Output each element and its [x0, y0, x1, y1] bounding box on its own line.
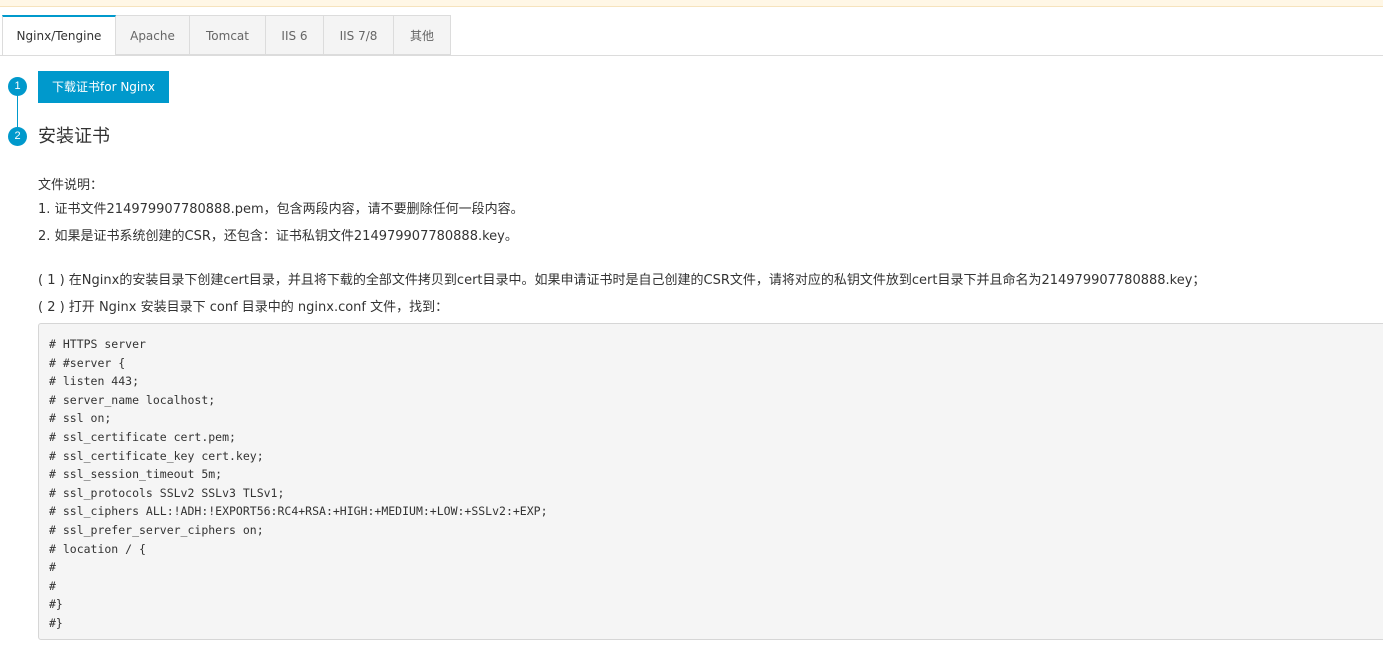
code-line: #} [49, 615, 63, 630]
step-1-badge: 1 [8, 77, 27, 96]
tab-apache[interactable]: Apache [116, 15, 190, 55]
code-line: # listen 443; [49, 374, 140, 389]
file-notes-line-1: 1. 证书文件214979907780888.pem，包含两段内容，请不要删除任… [38, 202, 524, 217]
code-line: # ssl_protocols SSLv2 SSLv3 TLSv1; [49, 485, 285, 500]
code-line: # ssl_ciphers ALL:!ADH:!EXPORT56:RC4+RSA… [49, 504, 548, 519]
code-line: # location / { [49, 541, 146, 556]
code-line: #} [49, 597, 63, 612]
step-connector-line [17, 95, 18, 130]
code-line: # ssl_certificate_key cert.key; [49, 448, 264, 463]
code-line: # ssl on; [49, 411, 112, 426]
code-line: # ssl_session_timeout 5m; [49, 467, 223, 482]
file-notes-line-2: 2. 如果是证书系统创建的CSR，还包含：证书私钥文件2149799077808… [38, 229, 518, 244]
instruction-step-2: ( 2 ) 打开 Nginx 安装目录下 conf 目录中的 nginx.con… [38, 300, 449, 315]
code-line: # HTTPS server [49, 337, 146, 351]
server-type-tabs: Nginx/Tengine Apache Tomcat IIS 6 IIS 7/… [2, 15, 451, 56]
code-line: # ssl_certificate cert.pem; [49, 429, 236, 444]
code-line: # ssl_prefer_server_ciphers on; [49, 522, 264, 537]
code-line: # #server { [49, 355, 126, 370]
install-certificate-title: 安装证书 [38, 126, 110, 147]
instruction-step-1: ( 1 ) 在Nginx的安装目录下创建cert目录，并且将下载的全部文件拷贝到… [38, 273, 1206, 288]
file-notes-heading: 文件说明： [38, 178, 104, 193]
nginx-config-code-block: # HTTPS server # #server { # listen 443;… [38, 323, 1383, 640]
tab-nginx-tengine[interactable]: Nginx/Tengine [2, 15, 116, 56]
tab-iis6[interactable]: IIS 6 [266, 15, 324, 55]
code-line: # server_name localhost; [49, 392, 216, 407]
tab-other[interactable]: 其他 [394, 15, 451, 55]
tab-tomcat[interactable]: Tomcat [190, 15, 266, 55]
download-certificate-button[interactable]: 下载证书for Nginx [38, 71, 169, 103]
tab-iis78[interactable]: IIS 7/8 [324, 15, 394, 55]
code-line: # [49, 560, 56, 575]
notice-strip [0, 0, 1383, 7]
code-line: # [49, 578, 56, 593]
step-2-badge: 2 [8, 127, 27, 146]
